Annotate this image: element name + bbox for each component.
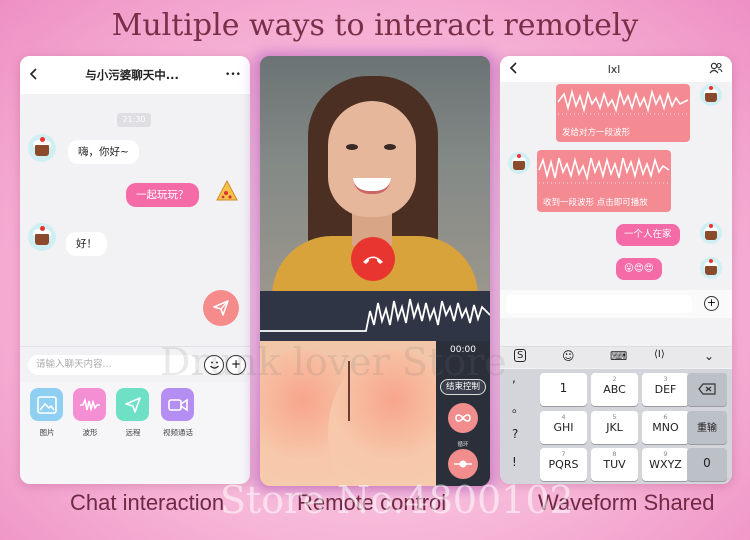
key[interactable]: 8 TUV: [591, 448, 638, 481]
chat-topbar: 与小污婆聊天中... •••: [20, 56, 250, 94]
caption-chat: Chat interaction: [70, 490, 225, 515]
tool-panel: 图片 波形 远程 视频通话: [20, 382, 250, 484]
keyboard-toolbar: S ☺ ⌨ ⟨I⟩ ⌄: [500, 346, 732, 368]
retype-key[interactable]: 重输: [687, 411, 727, 444]
keyboard-logo-icon[interactable]: S: [514, 349, 527, 362]
caption-waveform: Waveform Shared: [538, 490, 715, 515]
more-icon[interactable]: •••: [225, 70, 241, 80]
message-input[interactable]: [506, 295, 692, 313]
back-icon[interactable]: [509, 61, 519, 77]
touch-pad[interactable]: [260, 341, 436, 486]
avatar: [700, 222, 722, 244]
card-caption: 收到一段波形 点击即可播放: [543, 198, 648, 208]
emoji-icon[interactable]: [204, 355, 224, 375]
key[interactable]: 7 PQRS: [540, 448, 587, 481]
time-stamp: 21:30: [117, 113, 151, 127]
message-right: 一起玩玩？: [126, 183, 199, 207]
contact-title: lxl: [607, 62, 621, 76]
symbol-key[interactable]: ?: [512, 427, 518, 441]
loop-label: 循环: [457, 442, 469, 448]
wave-topbar: lxl: [500, 56, 732, 82]
key[interactable]: 4 GHI: [540, 411, 587, 444]
tool-label: 视频通话: [163, 428, 193, 437]
backspace-icon: [698, 383, 716, 395]
avatar: [508, 152, 530, 174]
pizza-avatar: [214, 178, 240, 204]
tool-label: 图片: [39, 428, 55, 437]
send-button[interactable]: [203, 290, 239, 326]
chat-phone: 与小污婆聊天中... ••• 21:30 嗨，你好~ 一起玩玩？ 好！ 请输入聊…: [20, 56, 250, 484]
infinity-button[interactable]: [448, 403, 478, 433]
key[interactable]: 9 WXYZ: [642, 448, 689, 481]
control-panel: 00:00 结束控制 循环: [436, 341, 490, 486]
video-icon: [167, 398, 188, 411]
message-right: 一个人在家: [616, 224, 680, 246]
key[interactable]: 2 ABC: [591, 373, 638, 406]
key[interactable]: 5 JKL: [591, 411, 638, 444]
image-icon: [36, 395, 57, 414]
avatar: [28, 134, 56, 162]
key[interactable]: 3 DEF: [642, 373, 689, 406]
tool-waveform[interactable]: 波形: [73, 388, 107, 438]
waveform-icon: [79, 397, 100, 412]
cursor-icon[interactable]: ⟨I⟩: [654, 349, 665, 360]
end-control-button[interactable]: 结束控制: [440, 379, 486, 395]
tool-label: 远程: [125, 428, 141, 437]
avatar: [700, 257, 722, 279]
tool-label: 波形: [82, 428, 98, 437]
waveform-display: [260, 291, 490, 346]
symbol-key[interactable]: !: [512, 455, 517, 469]
back-icon[interactable]: [29, 67, 39, 83]
video-call-photo: [260, 56, 490, 296]
zero-key[interactable]: 0: [687, 448, 727, 481]
plus-button[interactable]: +: [226, 355, 246, 375]
chat-title: 与小污婆聊天中...: [85, 68, 179, 82]
avatar: [700, 84, 722, 106]
card-caption: 发给对方一段波形: [562, 128, 631, 138]
message-left: 好！: [66, 232, 107, 256]
caption-remote: Remote control: [297, 490, 447, 515]
avatar: [28, 223, 56, 251]
slider-button[interactable]: [448, 449, 478, 479]
phone-hangup-icon: [363, 256, 383, 264]
key[interactable]: 1: [540, 373, 587, 406]
send-icon: [213, 300, 229, 316]
collapse-icon[interactable]: ⌄: [704, 349, 714, 363]
headline: Multiple ways to interact remotely: [111, 8, 639, 43]
key[interactable]: 6 MNO: [642, 411, 689, 444]
emoji-icon[interactable]: ☺: [562, 349, 575, 363]
input-bar: 请输入聊天内容... +: [20, 346, 250, 382]
symbol-key[interactable]: ,: [512, 371, 516, 385]
symbol-key[interactable]: 。: [512, 399, 524, 416]
hangup-button[interactable]: [351, 237, 395, 281]
sent-waveform-card[interactable]: 发给对方一段波形: [556, 84, 690, 142]
slider-icon: [454, 460, 472, 468]
infinity-icon: [455, 414, 471, 422]
tool-remote[interactable]: 远程: [116, 388, 150, 438]
remote-phone: 00:00 结束控制 循环: [260, 56, 490, 486]
timer: 00:00: [450, 345, 476, 355]
tool-image[interactable]: 图片: [30, 388, 64, 438]
received-waveform-card[interactable]: 收到一段波形 点击即可播放: [537, 150, 671, 212]
keyboard-icon[interactable]: ⌨: [610, 349, 627, 363]
message-left: 嗨，你好~: [68, 140, 139, 164]
users-icon[interactable]: [709, 62, 723, 77]
backspace-key[interactable]: [687, 373, 727, 406]
send-icon: [124, 396, 141, 413]
message-right: 😜😍😍: [616, 258, 662, 280]
plus-button[interactable]: +: [704, 296, 719, 311]
keyboard: , 。 ? ! 1 2 ABC 3 DEF 4 GHI 5 JKL 6 MNO 重输 7P…: [500, 369, 732, 484]
waveform-phone: lxl 发给对方一段波形 收到一段波形 点击即可播放 一个人在家 😜😍😍 + S…: [500, 56, 732, 484]
message-input-bar: +: [500, 290, 732, 318]
tool-video-call[interactable]: 视频通话: [161, 388, 195, 438]
chat-input[interactable]: 请输入聊天内容...: [28, 355, 198, 375]
